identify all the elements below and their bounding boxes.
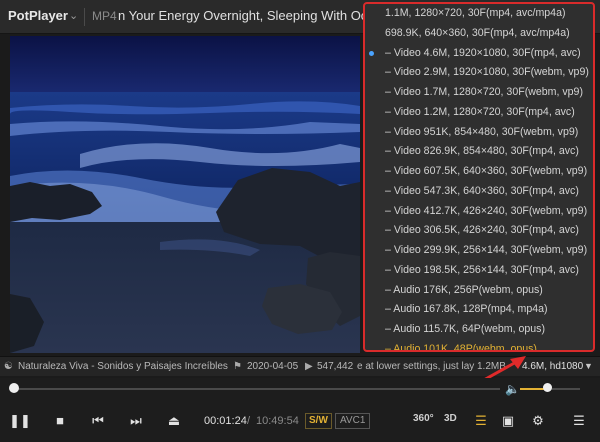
- control-bar: ❚❚ ■ ⏮ ⏭ ⏏ 00:01:24 / 10:49:54 S/W AVC1 …: [0, 400, 600, 442]
- menu-icon[interactable]: ☰: [568, 410, 590, 432]
- next-icon[interactable]: ⏭: [125, 410, 147, 432]
- quality-option[interactable]: – Audio 115.7K, 64P(webm, opus): [365, 320, 593, 340]
- app-menu-button[interactable]: PotPlayer: [8, 8, 68, 23]
- format-label: MP4: [92, 9, 117, 23]
- description-ticker: e at lower settings, just lay: [357, 361, 475, 372]
- divider: [84, 8, 85, 26]
- screenshot-icon[interactable]: ▣: [497, 410, 519, 432]
- seek-handle[interactable]: [9, 383, 20, 393]
- quality-option[interactable]: – Video 306.5K, 426×240, 30F(mp4, avc): [365, 221, 593, 241]
- seek-bar[interactable]: [13, 388, 500, 390]
- window-title: n Your Energy Overnight, Sleeping With O…: [118, 8, 368, 23]
- vr-360-button[interactable]: 360°: [413, 413, 434, 424]
- current-time: 00:01:24: [204, 415, 247, 427]
- previous-icon[interactable]: ⏮: [87, 410, 109, 432]
- dropdown-arrow-icon[interactable]: ▼: [584, 361, 593, 371]
- quality-option[interactable]: – Audio 167.8K, 128P(mp4, mp4a): [365, 300, 593, 320]
- gear-icon[interactable]: ⚙: [527, 410, 549, 432]
- quality-option[interactable]: – Video 826.9K, 854×480, 30F(mp4, avc): [365, 142, 593, 162]
- quality-option[interactable]: – Video 2.9M, 1920×1080, 30F(webm, vp9): [365, 63, 593, 83]
- quality-option[interactable]: – Video 1.7M, 1280×720, 30F(webm, vp9): [365, 83, 593, 103]
- view-count: 547,442: [317, 361, 354, 372]
- channel-name[interactable]: Naturaleza Viva - Sonidos y Paisajes Inc…: [18, 361, 228, 372]
- quality-option[interactable]: 698.9K, 640×360, 30F(mp4, avc/mp4a): [365, 24, 593, 44]
- quality-menu: 1.1M, 1280×720, 30F(mp4, avc/mp4a) 698.9K…: [363, 2, 595, 352]
- info-bar: ☯ Naturaleza Viva - Sonidos y Paisajes I…: [0, 356, 600, 383]
- video-frame[interactable]: [10, 36, 360, 353]
- pause-icon[interactable]: ❚❚: [9, 410, 31, 432]
- quality-option[interactable]: – Video 198.5K, 256×144, 30F(mp4, avc): [365, 261, 593, 281]
- quality-option[interactable]: – Video 951K, 854×480, 30F(webm, vp9): [365, 123, 593, 143]
- quality-option[interactable]: – Video 547.3K, 640×360, 30F(mp4, avc): [365, 182, 593, 202]
- time-separator: /: [247, 415, 251, 427]
- quality-option[interactable]: – Audio 101K, 48P(webm, opus): [365, 340, 593, 350]
- video-content: [10, 36, 360, 353]
- 3d-button[interactable]: 3D: [444, 413, 457, 424]
- quality-option[interactable]: – Audio 176K, 256P(webm, opus): [365, 281, 593, 301]
- play-count-icon: ▶: [305, 361, 313, 372]
- quality-option[interactable]: – Video 1.2M, 1280×720, 30F(mp4, avc): [365, 103, 593, 123]
- codec-badge[interactable]: AVC1: [335, 413, 371, 429]
- quality-option[interactable]: – Video 4.6M, 1920×1080, 30F(mp4, avc): [365, 44, 593, 64]
- chevron-down-icon[interactable]: ⌄: [69, 9, 78, 22]
- flag-icon: ⚑: [233, 361, 242, 372]
- volume-handle[interactable]: [543, 383, 552, 392]
- total-time: 10:49:54: [256, 415, 299, 427]
- quality-menu-list: 1.1M, 1280×720, 30F(mp4, avc/mp4a) 698.9K…: [365, 4, 593, 350]
- quality-option[interactable]: – Video 607.5K, 640×360, 30F(webm, vp9): [365, 162, 593, 182]
- seek-bar-area: 🔈: [0, 378, 600, 400]
- quality-option[interactable]: – Video 299.9K, 256×144, 30F(webm, vp9): [365, 241, 593, 261]
- eject-icon[interactable]: ⏏: [163, 410, 185, 432]
- user-icon: ☯: [4, 361, 13, 372]
- sw-decoder-badge[interactable]: S/W: [305, 413, 332, 429]
- stop-icon[interactable]: ■: [49, 410, 71, 432]
- upload-date: 2020-04-05: [247, 361, 299, 372]
- volume-icon[interactable]: 🔈: [505, 382, 520, 396]
- quality-option[interactable]: – Video 412.7K, 426×240, 30F(webm, vp9): [365, 202, 593, 222]
- playlist-search-icon[interactable]: ☰: [470, 410, 492, 432]
- quality-option[interactable]: 1.1M, 1280×720, 30F(mp4, avc/mp4a): [365, 4, 593, 24]
